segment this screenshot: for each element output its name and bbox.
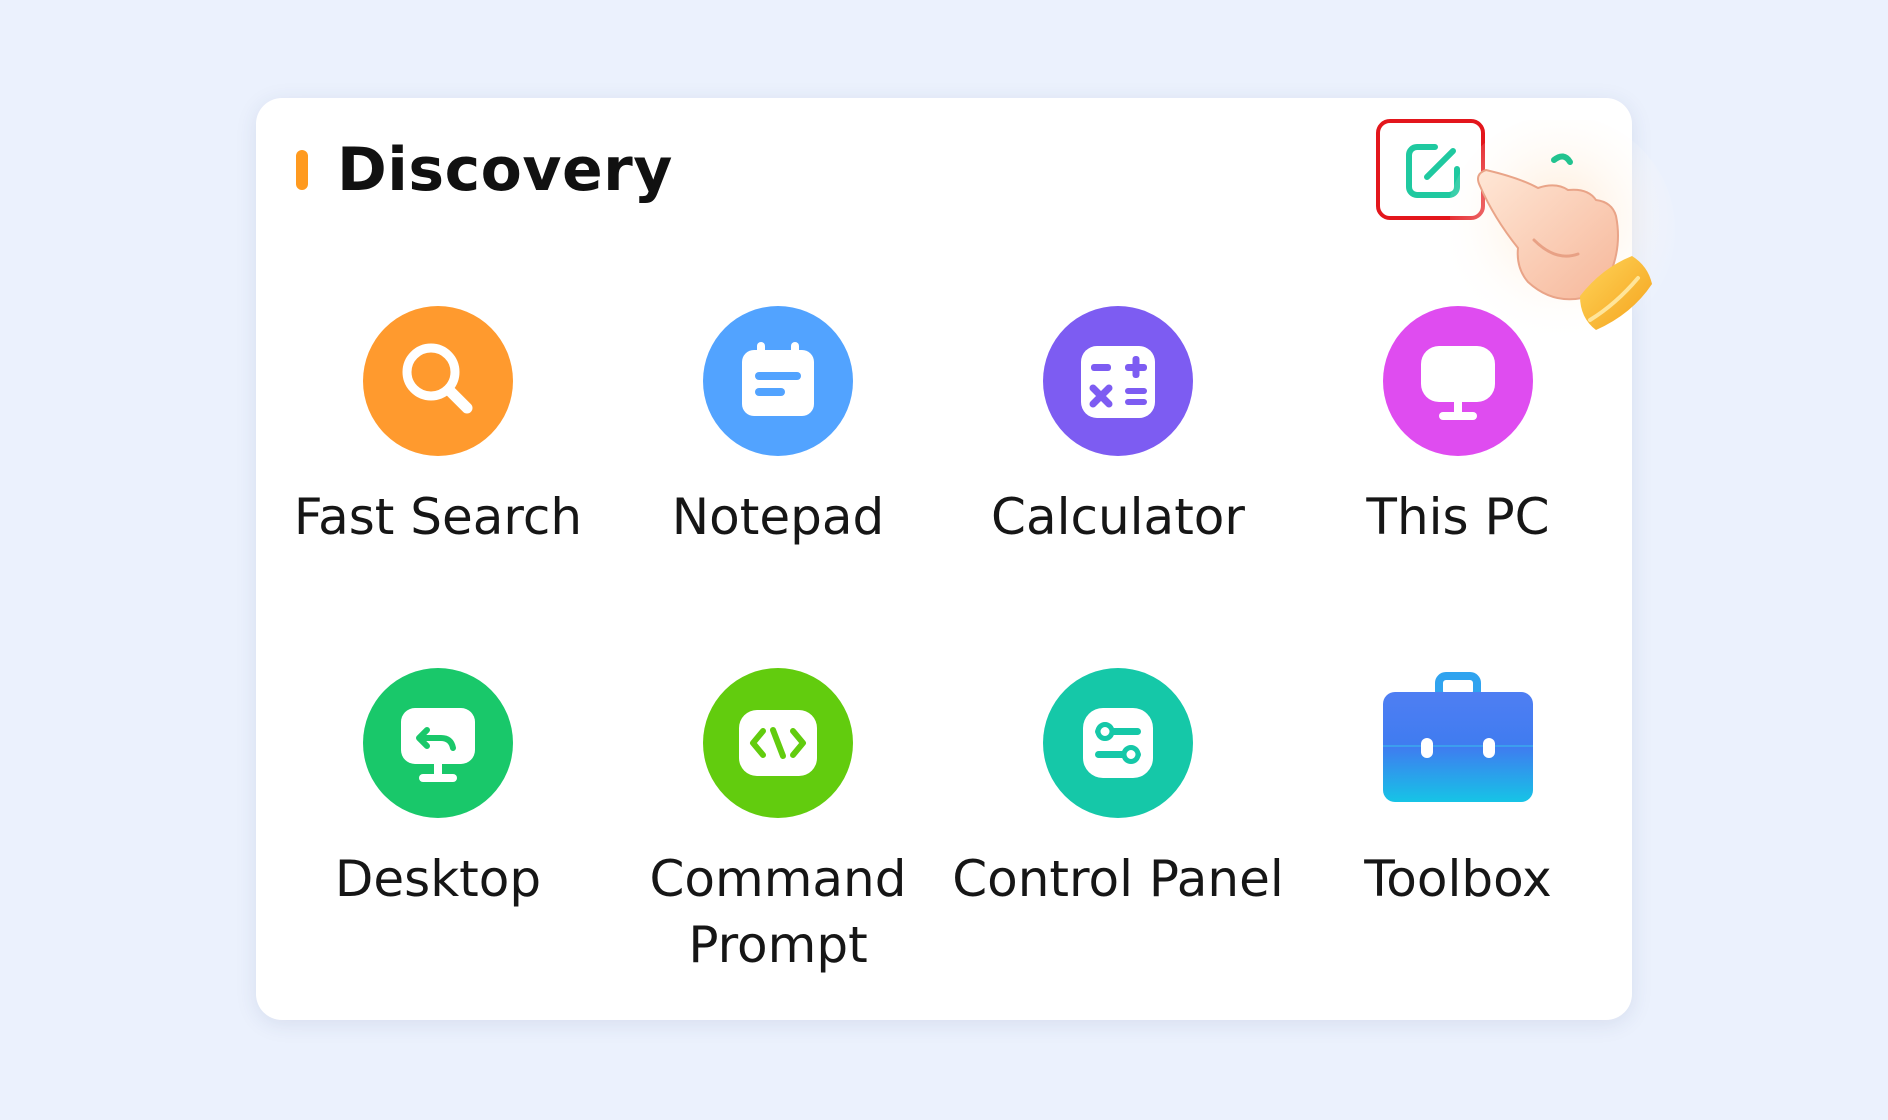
app-label: Command Prompt — [649, 850, 907, 974]
app-icon-circle — [703, 306, 853, 456]
app-label: Calculator — [991, 488, 1245, 546]
code-brackets-icon — [739, 710, 817, 776]
app-label: Control Panel — [952, 850, 1284, 908]
app-icon-circle — [703, 668, 853, 818]
calculator-icon — [1081, 346, 1155, 418]
app-icon-box — [1383, 668, 1533, 818]
app-label: Desktop — [334, 850, 542, 908]
magnifier-icon — [402, 343, 473, 414]
app-icon-circle — [1043, 306, 1193, 456]
app-label: This PC — [1366, 488, 1550, 546]
desktop-return-icon — [401, 708, 475, 782]
app-icon-circle — [363, 668, 513, 818]
settings-sliders-icon — [1083, 708, 1153, 778]
app-icon-circle — [363, 306, 513, 456]
app-label: Fast Search — [293, 488, 583, 546]
edit-button[interactable] — [1376, 119, 1485, 220]
app-icon-circle — [1043, 668, 1193, 818]
panel-title: Discovery — [337, 135, 673, 205]
app-label: Toolbox — [1364, 850, 1552, 908]
notepad-icon — [742, 342, 814, 416]
toolbox-icon — [1383, 672, 1533, 802]
title-accent-bar — [296, 150, 308, 190]
edit-square-icon — [1406, 144, 1460, 198]
monitor-icon — [1421, 346, 1495, 420]
app-label: Notepad — [671, 488, 885, 546]
app-icon-circle — [1383, 306, 1533, 456]
